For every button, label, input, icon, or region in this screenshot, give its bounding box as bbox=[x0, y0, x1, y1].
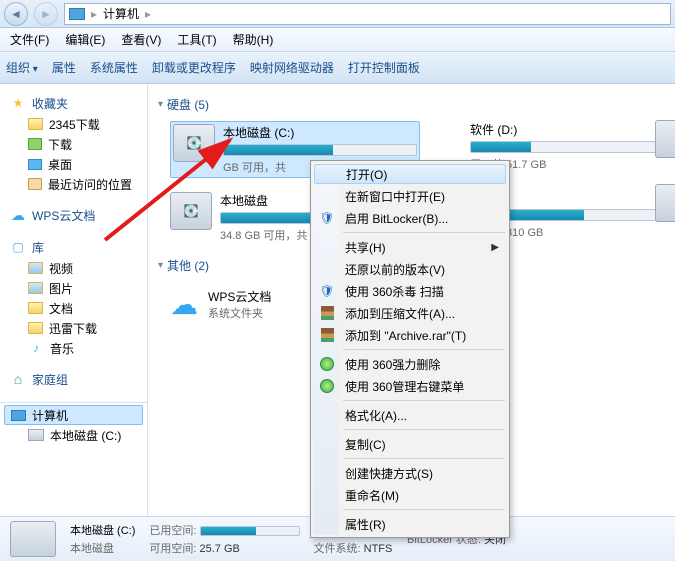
context-menu-item[interactable]: 在新窗口中打开(E) bbox=[313, 185, 507, 207]
menu-item[interactable]: 工具(T) bbox=[173, 29, 220, 50]
sidebar-libraries[interactable]: ▢库 bbox=[0, 236, 147, 258]
context-menu-item[interactable]: 使用 360管理右键菜单 bbox=[313, 375, 507, 397]
address-bar[interactable]: ▸ 计算机 ▸ bbox=[64, 3, 671, 25]
sidebar-item-recent[interactable]: 最近访问的位置 bbox=[0, 174, 147, 194]
sidebar-favorites[interactable]: ★收藏夹 bbox=[0, 92, 147, 114]
computer-icon bbox=[69, 8, 85, 20]
sidebar-item-desktop[interactable]: 桌面 bbox=[0, 154, 147, 174]
context-menu-item[interactable]: 重命名(M) bbox=[313, 484, 507, 506]
drive-icon: 💽 bbox=[170, 192, 212, 230]
drive-partial-icon bbox=[655, 184, 675, 222]
category-harddisks[interactable]: 硬盘 (5) bbox=[158, 96, 665, 113]
toolbar-item[interactable]: 打开控制面板 bbox=[348, 59, 420, 76]
status-title: 本地磁盘 (C:) bbox=[70, 522, 135, 538]
menu-item[interactable]: 文件(F) bbox=[6, 29, 53, 50]
context-menu: 打开(O)在新窗口中打开(E)🛡启用 BitLocker(B)... 共享(H)▶… bbox=[310, 160, 510, 538]
sidebar-item-drive-c[interactable]: 本地磁盘 (C:) bbox=[0, 425, 147, 445]
sidebar-item-music[interactable]: ♪音乐 bbox=[0, 338, 147, 358]
drive-icon: 💽 bbox=[173, 124, 215, 162]
forward-button[interactable]: ► bbox=[34, 2, 58, 26]
menu-item[interactable]: 查看(V) bbox=[117, 29, 165, 50]
toolbar-item[interactable]: 属性 bbox=[52, 59, 76, 76]
sidebar-item-thunder[interactable]: 迅雷下载 bbox=[0, 318, 147, 338]
context-menu-item[interactable]: 添加到 "Archive.rar"(T) bbox=[313, 324, 507, 346]
context-menu-item[interactable]: 使用 360强力删除 bbox=[313, 353, 507, 375]
drive-label: 软件 (D:) bbox=[470, 121, 660, 138]
sidebar-wps[interactable]: ☁WPS云文档 bbox=[0, 204, 147, 226]
toolbar: 组织属性系统属性卸载或更改程序映射网络驱动器打开控制面板 bbox=[0, 52, 675, 84]
sidebar-item-pictures[interactable]: 图片 bbox=[0, 278, 147, 298]
drive-label: 本地磁盘 (C:) bbox=[223, 124, 417, 141]
sidebar: ★收藏夹 2345下载 下载 桌面 最近访问的位置 ☁WPS云文档 ▢库 视频 … bbox=[0, 84, 148, 516]
toolbar-item[interactable]: 系统属性 bbox=[90, 59, 138, 76]
context-menu-item[interactable]: 共享(H)▶ bbox=[313, 236, 507, 258]
menubar: 文件(F) 编辑(E) 查看(V) 工具(T) 帮助(H) bbox=[0, 28, 675, 52]
context-menu-item[interactable]: 属性(R) bbox=[313, 513, 507, 535]
context-menu-item[interactable]: 🛡启用 BitLocker(B)... bbox=[313, 207, 507, 229]
address-location: 计算机 bbox=[103, 5, 139, 22]
toolbar-item[interactable]: 映射网络驱动器 bbox=[250, 59, 334, 76]
toolbar-item[interactable]: 卸载或更改程序 bbox=[152, 59, 236, 76]
menu-item[interactable]: 帮助(H) bbox=[229, 29, 278, 50]
back-button[interactable]: ◄ bbox=[4, 2, 28, 26]
sidebar-item-video[interactable]: 视频 bbox=[0, 258, 147, 278]
menu-item[interactable]: 编辑(E) bbox=[61, 29, 109, 50]
sidebar-item-2345[interactable]: 2345下载 bbox=[0, 114, 147, 134]
sidebar-item-docs[interactable]: 文档 bbox=[0, 298, 147, 318]
context-menu-item[interactable]: 打开(O) bbox=[314, 164, 506, 184]
status-subtitle: 本地磁盘 bbox=[70, 540, 135, 556]
titlebar: ◄ ► ▸ 计算机 ▸ bbox=[0, 0, 675, 28]
context-menu-item[interactable]: 添加到压缩文件(A)... bbox=[313, 302, 507, 324]
cloud-icon: ☁ bbox=[170, 288, 198, 321]
sidebar-item-downloads[interactable]: 下载 bbox=[0, 134, 147, 154]
context-menu-item[interactable]: 创建快捷方式(S) bbox=[313, 462, 507, 484]
sidebar-homegroup[interactable]: ⌂家庭组 bbox=[0, 368, 147, 390]
toolbar-item[interactable]: 组织 bbox=[6, 59, 38, 76]
status-drive-icon bbox=[10, 521, 56, 557]
context-menu-item[interactable]: 复制(C) bbox=[313, 433, 507, 455]
context-menu-item[interactable]: 格式化(A)... bbox=[313, 404, 507, 426]
sidebar-computer[interactable]: 计算机 bbox=[4, 405, 143, 425]
drive-partial-icon bbox=[655, 120, 675, 158]
context-menu-item[interactable]: 🛡使用 360杀毒 扫描 bbox=[313, 280, 507, 302]
context-menu-item[interactable]: 还原以前的版本(V) bbox=[313, 258, 507, 280]
